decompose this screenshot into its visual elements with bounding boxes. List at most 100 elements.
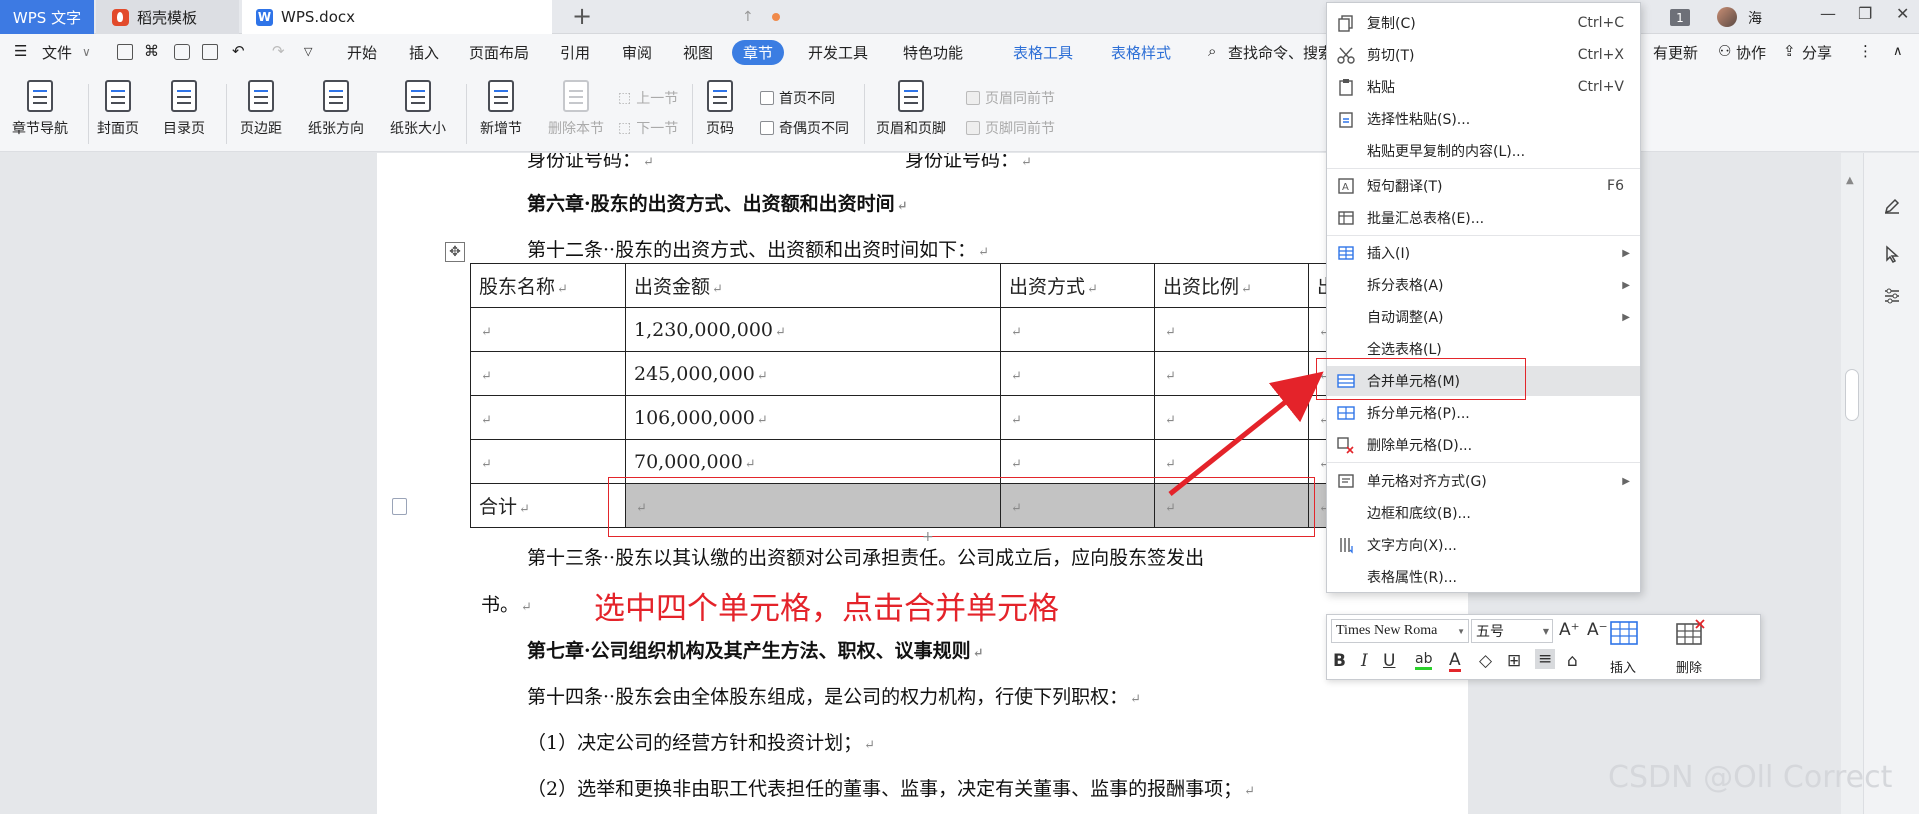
menu-item-text-direction[interactable]: 文字方向(X)... xyxy=(1327,530,1640,560)
redo-icon[interactable]: ↷ xyxy=(272,42,285,60)
cursor-select-icon[interactable] xyxy=(1883,245,1901,263)
table-cell[interactable]: ↵ xyxy=(470,351,626,396)
save-icon[interactable] xyxy=(117,44,133,60)
menu-item-split-cells[interactable]: 拆分单元格(P)... xyxy=(1327,398,1640,428)
paragraph-layout-icon[interactable] xyxy=(392,498,407,515)
avatar[interactable] xyxy=(1717,7,1737,27)
table-cell[interactable]: ↵ xyxy=(1000,395,1155,440)
print-icon[interactable] xyxy=(174,44,190,60)
tab-wps-writer[interactable]: WPS 文字 xyxy=(0,0,94,34)
window-count-badge[interactable]: 1 xyxy=(1670,9,1690,26)
table-cell[interactable]: ↵ xyxy=(1154,351,1309,396)
next-section-button[interactable]: ⬚ 下一节 xyxy=(618,118,678,138)
menu-start[interactable]: 开始 xyxy=(347,42,377,63)
table-cell[interactable]: 106,000,000 ↵ xyxy=(625,395,1001,440)
settings-sliders-icon[interactable] xyxy=(1883,287,1901,305)
restore-button[interactable]: ❐ xyxy=(1858,4,1872,23)
header-footer-button[interactable]: 页眉和页脚 xyxy=(876,80,946,138)
grow-font-icon[interactable]: A⁺ xyxy=(1559,620,1580,640)
table-header-cell[interactable]: 出资比例 ↵ xyxy=(1154,263,1309,308)
underline-icon[interactable]: U xyxy=(1383,651,1395,671)
table-move-handle-icon[interactable]: ✥ xyxy=(445,242,465,262)
italic-icon[interactable]: I xyxy=(1361,651,1368,671)
bold-icon[interactable]: B xyxy=(1333,651,1346,671)
delete-table-icon[interactable] xyxy=(1675,619,1705,647)
table-cell[interactable]: 合计 ↵ xyxy=(470,483,626,528)
menu-item-split-table[interactable]: 拆分表格(A) ▶ xyxy=(1327,270,1640,300)
chevron-down-icon[interactable]: ∨ xyxy=(82,45,91,59)
new-section-button[interactable]: 新增节 xyxy=(480,80,522,138)
menu-review[interactable]: 审阅 xyxy=(622,42,652,63)
user-name[interactable]: 海 xyxy=(1748,8,1762,28)
minimize-button[interactable]: — xyxy=(1820,4,1836,23)
print-preview-icon[interactable] xyxy=(202,44,218,60)
close-button[interactable]: ✕ xyxy=(1896,4,1909,23)
table-cell[interactable]: ↵ xyxy=(1000,307,1155,352)
menu-item-borders-shading[interactable]: 边框和底纹(B)... xyxy=(1327,498,1640,528)
quick-access-dropdown-icon[interactable]: ▽ xyxy=(304,45,312,58)
search-icon[interactable]: ⌕ xyxy=(1208,42,1216,60)
format-painter-icon[interactable]: ⌘ xyxy=(144,42,159,60)
table-cell[interactable]: ↵ xyxy=(470,439,626,484)
menu-item-cut[interactable]: 剪切(T) Ctrl+X xyxy=(1327,40,1640,70)
highlight-icon[interactable]: ab xyxy=(1415,651,1433,670)
font-color-icon[interactable]: A xyxy=(1449,651,1461,672)
menu-table-tools[interactable]: 表格工具 xyxy=(1013,42,1073,63)
share-button[interactable]: 分享 xyxy=(1802,42,1832,63)
menu-item-paste-special[interactable]: 选择性粘贴(S)... xyxy=(1327,104,1640,134)
insert-table-icon[interactable] xyxy=(1609,619,1639,647)
menu-developer[interactable]: 开发工具 xyxy=(808,42,868,63)
menu-item-table-properties[interactable]: 表格属性(R)... xyxy=(1327,562,1640,592)
menu-item-cell-alignment[interactable]: 单元格对齐方式(G) ▶ xyxy=(1327,466,1640,496)
undo-icon[interactable]: ↶ xyxy=(232,42,245,60)
search-command[interactable]: 查找命令、搜索 xyxy=(1228,42,1333,63)
menu-view[interactable]: 视图 xyxy=(683,42,713,63)
footer-same-as-previous-checkbox[interactable]: 页脚同前节 xyxy=(966,118,1055,138)
prev-section-button[interactable]: ⬚ 上一节 xyxy=(618,88,678,108)
scroll-up-icon[interactable]: ▲ xyxy=(1846,175,1854,186)
tab-daoke-templates[interactable]: 稻壳模板 xyxy=(96,0,239,34)
align-icon[interactable]: ≡ xyxy=(1535,649,1556,669)
menu-table-style[interactable]: 表格样式 xyxy=(1111,42,1171,63)
table-cell[interactable]: ↵ xyxy=(470,395,626,440)
table-cell[interactable]: ↵ xyxy=(1154,307,1309,352)
table-header-cell[interactable]: 出资金额 ↵ xyxy=(625,263,1001,308)
first-page-different-checkbox[interactable]: 首页不同 xyxy=(760,88,835,108)
menu-item-paste-earlier[interactable]: 粘贴更早复制的内容(L)... xyxy=(1327,136,1640,166)
table-cell[interactable]: ↵ xyxy=(1154,395,1309,440)
shading-icon[interactable]: ◇ xyxy=(1479,651,1492,671)
menu-item-paste[interactable]: 粘贴 Ctrl+V xyxy=(1327,72,1640,102)
paper-size-button[interactable]: 纸张大小 xyxy=(390,80,446,138)
menu-features[interactable]: 特色功能 xyxy=(903,42,963,63)
table-cell[interactable]: ↵ xyxy=(470,307,626,352)
new-tab-button[interactable]: + xyxy=(572,2,592,30)
menu-item-delete-cells[interactable]: 删除单元格(D)... xyxy=(1327,430,1640,460)
table-cell[interactable]: 1,230,000,000 ↵ xyxy=(625,307,1001,352)
margin-button[interactable]: 页边距 xyxy=(240,80,282,138)
menu-item-copy[interactable]: 复制(C) Ctrl+C xyxy=(1327,8,1640,38)
table-cell[interactable]: ↵ xyxy=(1000,351,1155,396)
menu-item-batch-summary[interactable]: 批量汇总表格(E)... xyxy=(1327,203,1640,233)
clear-format-icon[interactable]: ⌂ xyxy=(1567,651,1578,671)
user-icon[interactable]: ⚇ xyxy=(1718,42,1731,60)
shrink-font-icon[interactable]: A⁻ xyxy=(1587,620,1608,640)
scrollbar-thumb[interactable] xyxy=(1845,369,1859,421)
hamburger-icon[interactable]: ☰ xyxy=(14,42,27,60)
document-page[interactable]: 身份证号码： ↵ 身份证号码： ↵ 第六章·股东的出资方式、出资额和出资时间 ↵ 第十… xyxy=(377,153,1468,814)
table-header-cell[interactable]: 股东名称 ↵ xyxy=(470,263,626,308)
vertical-scrollbar[interactable]: ▲ xyxy=(1841,153,1863,814)
font-size-dropdown[interactable]: 五号 ▼ xyxy=(1471,619,1553,643)
menu-insert[interactable]: 插入 xyxy=(409,42,439,63)
share-icon[interactable]: ⇪ xyxy=(1783,42,1796,60)
orientation-button[interactable]: 纸张方向 xyxy=(308,80,364,138)
border-icon[interactable]: ⊞ xyxy=(1507,651,1521,671)
toc-page-button[interactable]: 目录页 xyxy=(163,80,205,138)
menu-file[interactable]: 文件 xyxy=(42,42,72,63)
collaborate-button[interactable]: 协作 xyxy=(1736,42,1766,63)
section-nav-button[interactable]: 章节导航 xyxy=(12,80,68,138)
menu-item-translate[interactable]: A 短句翻译(T) F6 xyxy=(1327,171,1640,201)
menu-reference[interactable]: 引用 xyxy=(560,42,590,63)
header-same-as-previous-checkbox[interactable]: 页眉同前节 xyxy=(966,88,1055,108)
page-number-button[interactable]: 页码 xyxy=(706,80,734,138)
table-cell[interactable]: 245,000,000 ↵ xyxy=(625,351,1001,396)
